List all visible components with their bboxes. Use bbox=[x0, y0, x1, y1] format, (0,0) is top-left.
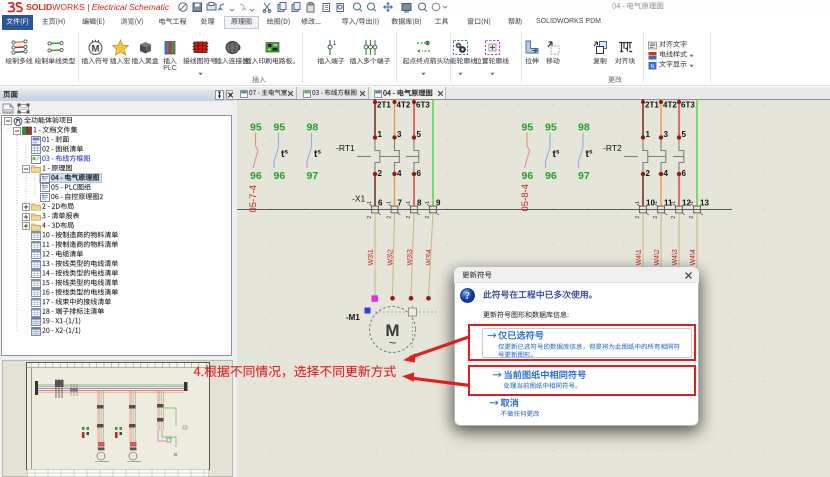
svg-text:W4\2: W4\2 bbox=[654, 249, 661, 265]
svg-text:95: 95 bbox=[522, 122, 534, 134]
svg-text:6: 6 bbox=[682, 169, 687, 178]
svg-text:1: 1 bbox=[425, 201, 431, 204]
svg-text:W4\1: W4\1 bbox=[636, 249, 643, 265]
svg-text:3: 3 bbox=[664, 130, 669, 139]
svg-text:1: 1 bbox=[646, 130, 651, 139]
svg-text:6T3: 6T3 bbox=[416, 101, 430, 110]
svg-text:95: 95 bbox=[545, 122, 557, 134]
svg-text:13: 13 bbox=[700, 199, 709, 208]
svg-text:-RT2: -RT2 bbox=[603, 143, 622, 153]
svg-text:-RT1: -RT1 bbox=[336, 143, 355, 153]
svg-text:1: 1 bbox=[635, 201, 641, 204]
svg-text:96: 96 bbox=[522, 170, 534, 182]
svg-text:1: 1 bbox=[378, 130, 383, 139]
svg-text:ts: ts bbox=[586, 149, 593, 161]
svg-text:1: 1 bbox=[689, 201, 695, 204]
svg-text:1: 1 bbox=[653, 201, 659, 204]
svg-text:W3\1: W3\1 bbox=[368, 249, 375, 265]
svg-text:97: 97 bbox=[578, 170, 590, 182]
svg-text:2: 2 bbox=[689, 216, 695, 219]
svg-text:2: 2 bbox=[646, 169, 651, 178]
svg-text:4T2: 4T2 bbox=[397, 101, 411, 110]
svg-text:M: M bbox=[91, 43, 99, 54]
svg-text:96: 96 bbox=[274, 170, 286, 182]
svg-text:1: 1 bbox=[333, 41, 337, 47]
svg-text:1: 1 bbox=[367, 201, 373, 204]
svg-text:98: 98 bbox=[578, 122, 590, 134]
svg-text:1: 1 bbox=[671, 201, 677, 204]
svg-text:ts: ts bbox=[281, 149, 288, 161]
svg-text:95: 95 bbox=[274, 122, 286, 134]
svg-text:2T1: 2T1 bbox=[377, 101, 391, 110]
svg-text:2: 2 bbox=[406, 216, 412, 219]
svg-text:2T1: 2T1 bbox=[645, 101, 659, 110]
svg-text:4: 4 bbox=[664, 169, 669, 178]
svg-text:95: 95 bbox=[250, 122, 262, 134]
svg-text:2: 2 bbox=[671, 216, 677, 219]
svg-text:3: 3 bbox=[397, 130, 402, 139]
svg-text:2: 2 bbox=[367, 216, 373, 219]
svg-text:5: 5 bbox=[417, 130, 422, 139]
svg-text:1: 1 bbox=[386, 201, 392, 204]
svg-text:2: 2 bbox=[425, 216, 431, 219]
svg-text:96: 96 bbox=[545, 170, 557, 182]
svg-text:5: 5 bbox=[682, 130, 687, 139]
svg-text:1: 1 bbox=[406, 201, 412, 204]
svg-text:97: 97 bbox=[307, 170, 319, 182]
svg-text:W3\4: W3\4 bbox=[426, 249, 433, 265]
svg-text:-X1: -X1 bbox=[352, 194, 366, 204]
svg-text:4T2: 4T2 bbox=[663, 101, 677, 110]
svg-text:05-8-4: 05-8-4 bbox=[520, 184, 531, 211]
svg-text:ts: ts bbox=[314, 149, 321, 161]
svg-text:W4\4: W4\4 bbox=[690, 249, 697, 265]
svg-text:-M1: -M1 bbox=[346, 313, 360, 322]
svg-text:96: 96 bbox=[250, 170, 262, 182]
svg-text:2: 2 bbox=[635, 216, 641, 219]
svg-text:6: 6 bbox=[417, 169, 422, 178]
svg-text:SOLIDWORKS | Electrical Schema: SOLIDWORKS | Electrical Schematic bbox=[26, 2, 170, 12]
svg-text:N: N bbox=[651, 64, 655, 70]
svg-text:98: 98 bbox=[307, 122, 319, 134]
svg-text:W4\3: W4\3 bbox=[672, 249, 679, 265]
svg-text:2: 2 bbox=[653, 216, 659, 219]
svg-text:4: 4 bbox=[397, 169, 402, 178]
svg-text:05-7-4: 05-7-4 bbox=[248, 185, 259, 212]
svg-text:2: 2 bbox=[386, 216, 392, 219]
svg-text:ts: ts bbox=[553, 149, 560, 161]
svg-text:?: ? bbox=[465, 291, 470, 302]
svg-text:6T3: 6T3 bbox=[681, 101, 695, 110]
svg-text:2: 2 bbox=[378, 169, 383, 178]
